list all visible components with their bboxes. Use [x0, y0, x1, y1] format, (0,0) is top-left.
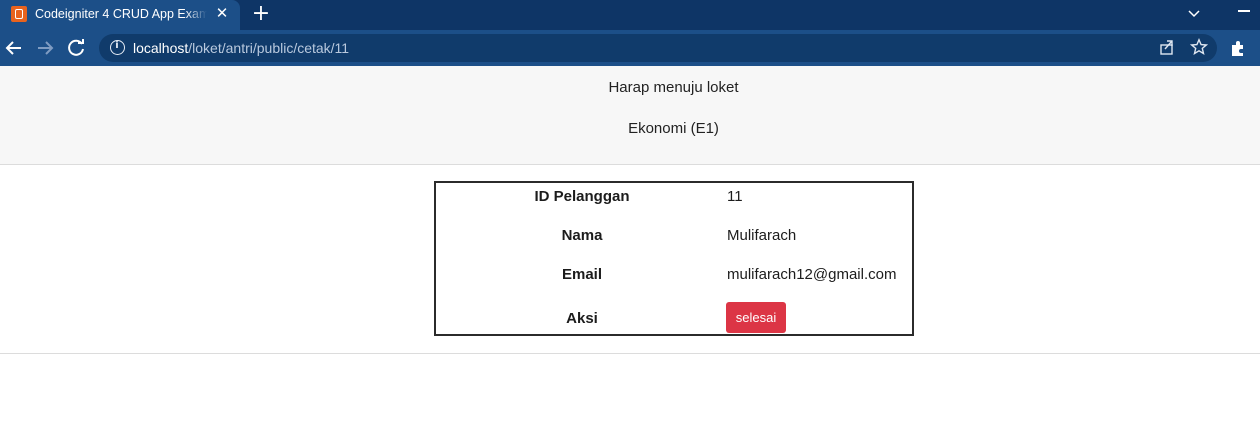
tab-title: Codeigniter 4 CRUD App Example [35, 7, 207, 21]
star-icon[interactable] [1190, 38, 1208, 56]
extensions-icon[interactable] [1228, 38, 1248, 58]
browser-tab[interactable]: Codeigniter 4 CRUD App Example ✕ [0, 0, 240, 30]
row-label: Email [561, 266, 603, 283]
counter-instruction: Harap menuju loket [608, 79, 739, 96]
row-value: Mulifarach [727, 227, 797, 244]
page-content: Harap menuju loket Ekonomi (E1) ID Pelan… [0, 66, 1260, 435]
close-icon[interactable]: ✕ [214, 6, 230, 22]
table-row: Aksi [436, 310, 912, 340]
notice-header: Harap menuju loket Ekonomi (E1) [0, 66, 1260, 165]
row-label: Aksi [566, 310, 598, 327]
url-text[interactable]: localhost/loket/antri/public/cetak/11 [133, 40, 349, 56]
url-host: localhost [133, 40, 189, 56]
table-row: Nama Mulifarach [436, 227, 912, 257]
row-label: ID Pelanggan [534, 188, 630, 205]
share-icon[interactable] [1158, 38, 1176, 56]
divider [0, 353, 1260, 354]
selesai-button[interactable]: selesai [726, 302, 786, 333]
minimize-icon[interactable] [1238, 10, 1250, 12]
info-icon[interactable] [110, 40, 125, 55]
table-row: ID Pelanggan 11 [436, 188, 912, 218]
table-row: Email mulifarach12@gmail.com [436, 266, 912, 296]
back-icon[interactable] [3, 38, 25, 58]
browser-tab-strip: Codeigniter 4 CRUD App Example ✕ + [0, 0, 1260, 30]
forward-icon[interactable] [34, 38, 56, 58]
row-value: 11 [727, 188, 743, 205]
reload-icon[interactable] [66, 38, 88, 58]
url-path: /loket/antri/public/cetak/11 [188, 40, 350, 56]
row-label: Nama [561, 227, 603, 244]
customer-detail-table: ID Pelanggan 11 Nama Mulifarach Email mu… [434, 181, 914, 336]
counter-name: Ekonomi (E1) [628, 120, 719, 137]
chevron-down-icon[interactable] [1186, 5, 1202, 21]
row-value: mulifarach12@gmail.com [727, 266, 897, 283]
new-tab-icon[interactable]: + [250, 3, 272, 25]
codeigniter-favicon-icon [11, 6, 27, 22]
